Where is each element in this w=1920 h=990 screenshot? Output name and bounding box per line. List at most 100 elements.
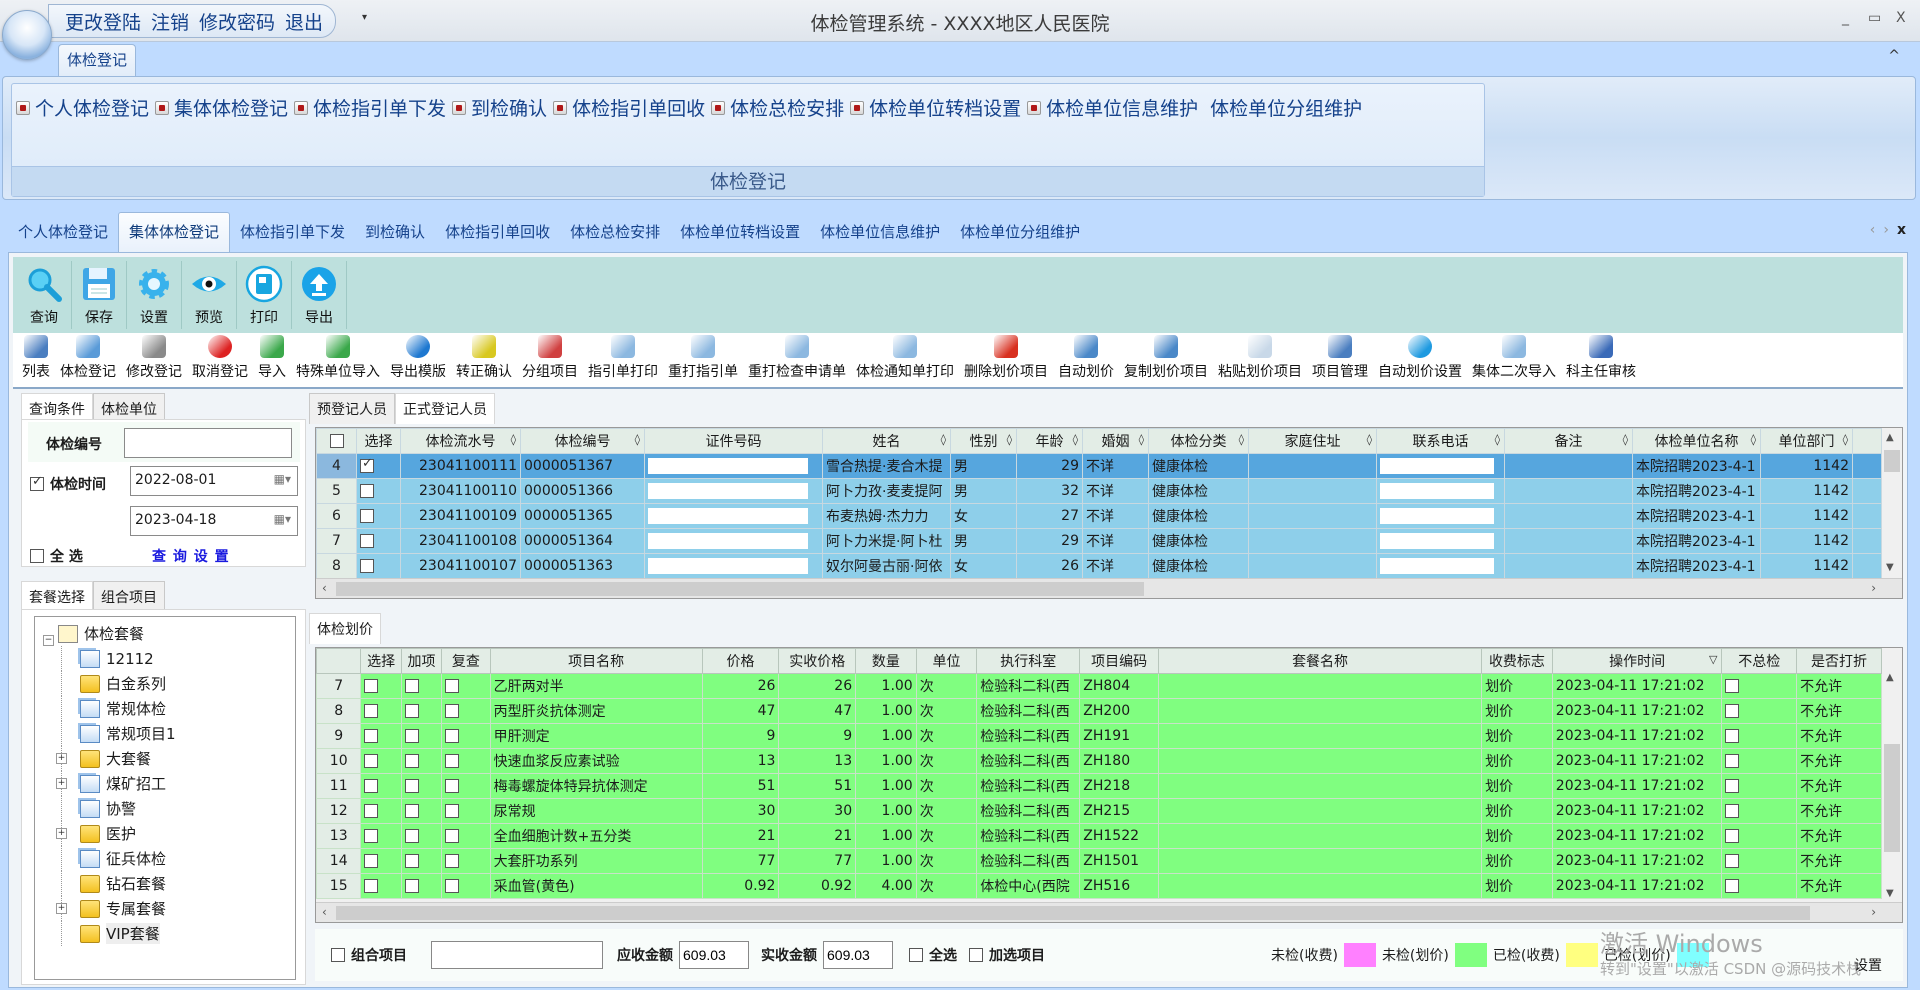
no-final-check-cell[interactable]	[1721, 773, 1798, 799]
column-header[interactable]: 证件号码	[644, 428, 823, 454]
table-row[interactable]: 15 采血管(黄色) 0.92 0.92 4.00 次体检中心(西院 ZH516 划价 2023…	[316, 873, 1882, 899]
row-checkbox[interactable]	[404, 754, 419, 768]
column-header[interactable]: 套餐名称	[1158, 648, 1483, 674]
select-cell[interactable]	[360, 873, 402, 899]
action-button[interactable]: 重打检查申请单	[743, 335, 851, 385]
tab-close-icon[interactable]: x	[1897, 222, 1906, 238]
action-button[interactable]: 特殊单位导入	[291, 335, 385, 385]
add-item-cell[interactable]	[400, 748, 443, 774]
scroll-down-icon[interactable]: ▼	[1886, 888, 1894, 899]
sort-icon[interactable]: ◊	[1843, 433, 1848, 446]
column-header[interactable]: 实收价格	[778, 648, 857, 674]
action-button[interactable]: 集体二次导入	[1467, 335, 1561, 385]
table-row[interactable]: 4 230411001110000051367 雪合热提·麦合木提男29不详健康体检…	[316, 453, 1882, 479]
date-to-picker[interactable]: 2023-04-18 ▦▾	[130, 506, 298, 536]
action-button[interactable]: 复制划价项目	[1119, 335, 1213, 385]
checkbox[interactable]	[329, 434, 344, 448]
toolbar-button[interactable]: 设置	[127, 261, 182, 329]
combo-items-input[interactable]	[431, 941, 603, 969]
select-cell[interactable]	[360, 773, 402, 799]
select-cell[interactable]	[356, 528, 401, 554]
expand-icon[interactable]: +	[56, 753, 67, 764]
action-button[interactable]: 体检登记	[55, 335, 121, 385]
checkbox-checked[interactable]	[30, 474, 44, 491]
tree-node[interactable]: 白金系列	[61, 671, 295, 696]
horizontal-scrollbar[interactable]: ‹ ›	[316, 902, 1902, 922]
column-header[interactable]: 收费标志	[1481, 648, 1553, 674]
table-row[interactable]: 8 丙型肝炎抗体测定 47 47 1.00 次检验科二科(西 ZH200 划价 2023-04-…	[316, 698, 1882, 724]
column-header[interactable]: 选择	[356, 428, 401, 454]
row-checkbox[interactable]	[445, 854, 460, 868]
doc-tab[interactable]: 到检确认	[355, 213, 435, 252]
row-checkbox[interactable]	[364, 754, 379, 768]
table-row[interactable]: 7 23041100108 0000051364 阿卜力米提·阿卜杜男 29 不详 健康体检…	[316, 528, 1882, 554]
column-header[interactable]: 备注 ◊	[1504, 428, 1633, 454]
recheck-cell[interactable]	[441, 673, 491, 699]
column-header[interactable]: 不总检	[1721, 648, 1798, 674]
query-settings-link[interactable]: 查 询 设 置	[152, 546, 230, 566]
column-header[interactable]: 年龄 ◊	[1016, 428, 1083, 454]
recheck-cell[interactable]	[441, 723, 491, 749]
column-header[interactable]: 体检分类 ◊	[1148, 428, 1249, 454]
scroll-thumb[interactable]	[1884, 450, 1900, 472]
combo-items-checkbox[interactable]	[331, 948, 345, 962]
no-final-check-cell[interactable]	[1721, 673, 1798, 699]
column-header[interactable]: 项目名称	[489, 648, 703, 674]
row-checkbox[interactable]	[1725, 854, 1740, 868]
tree-node[interactable]: + 大套餐	[56, 746, 295, 771]
tree-node[interactable]: 常规项目1	[61, 721, 295, 746]
row-checkbox[interactable]	[360, 509, 374, 523]
exam-no-input[interactable]	[124, 428, 292, 458]
scroll-down-icon[interactable]: ▼	[1886, 562, 1894, 573]
exam-time-checkbox[interactable]	[30, 474, 44, 491]
ribbon-item[interactable]: 个人体检登记	[16, 94, 149, 121]
row-checkbox[interactable]	[1725, 704, 1740, 718]
customize-qat-icon[interactable]: ▾	[362, 12, 367, 23]
sort-icon[interactable]: ◊	[1367, 433, 1372, 446]
row-checkbox[interactable]	[1725, 679, 1740, 693]
row-checkbox[interactable]	[364, 829, 379, 843]
scroll-thumb[interactable]	[336, 906, 1810, 920]
scroll-right-icon[interactable]: ›	[1871, 581, 1876, 595]
doc-tab[interactable]: 体检指引单回收	[435, 213, 560, 252]
ribbon-collapse-icon[interactable]: ^	[1888, 48, 1900, 64]
toolbar-button[interactable]: 保存	[72, 261, 127, 329]
tab-registered[interactable]: 正式登记人员	[395, 393, 495, 424]
add-item-cell[interactable]	[400, 798, 443, 824]
row-checkbox[interactable]	[1725, 779, 1740, 793]
recheck-cell[interactable]	[441, 773, 491, 799]
column-header[interactable]: 婚姻 ◊	[1082, 428, 1149, 454]
toolbar-button[interactable]: 打印	[237, 261, 292, 329]
tree-node[interactable]: 常规体检	[61, 696, 295, 721]
doc-tab[interactable]: 集体体检登记	[118, 212, 231, 252]
select-cell[interactable]	[356, 478, 401, 504]
row-checkbox[interactable]	[360, 534, 374, 548]
vertical-scrollbar[interactable]: ▲ ▼	[1882, 428, 1902, 580]
select-cell[interactable]	[360, 673, 402, 699]
action-button[interactable]: 项目管理	[1307, 335, 1373, 385]
action-button[interactable]: 科主任审核	[1561, 335, 1641, 385]
tree-node[interactable]: 钻石套餐	[61, 871, 295, 896]
row-checkbox[interactable]	[445, 704, 460, 718]
change-login-button[interactable]: 更改登陆	[65, 8, 141, 35]
recheck-cell[interactable]	[441, 873, 491, 899]
tree-node[interactable]: VIP套餐	[61, 921, 295, 946]
sort-icon[interactable]: ◊	[941, 433, 946, 446]
select-cell[interactable]	[360, 848, 402, 874]
scroll-up-icon[interactable]: ▲	[1886, 672, 1894, 683]
no-final-check-cell[interactable]	[1721, 698, 1798, 724]
tree-node[interactable]: + 煤矿招工	[56, 771, 295, 796]
doc-tab[interactable]: 体检单位分组维护	[950, 213, 1090, 252]
no-final-check-cell[interactable]	[1721, 723, 1798, 749]
ribbon-item[interactable]: 到检确认	[452, 94, 547, 121]
column-header[interactable]: 操作时间 ▽	[1551, 648, 1723, 674]
row-checkbox[interactable]	[364, 704, 379, 718]
ribbon-item[interactable]: 体检总检安排	[711, 94, 844, 121]
scroll-thumb[interactable]	[336, 582, 1144, 596]
add-item-cell[interactable]	[400, 698, 443, 724]
select-cell[interactable]	[360, 723, 402, 749]
add-item-cell[interactable]	[400, 823, 443, 849]
action-button[interactable]: 体检通知单打印	[851, 335, 959, 385]
ribbon-item[interactable]: 集体体检登记	[155, 94, 288, 121]
row-checkbox[interactable]	[445, 829, 460, 843]
